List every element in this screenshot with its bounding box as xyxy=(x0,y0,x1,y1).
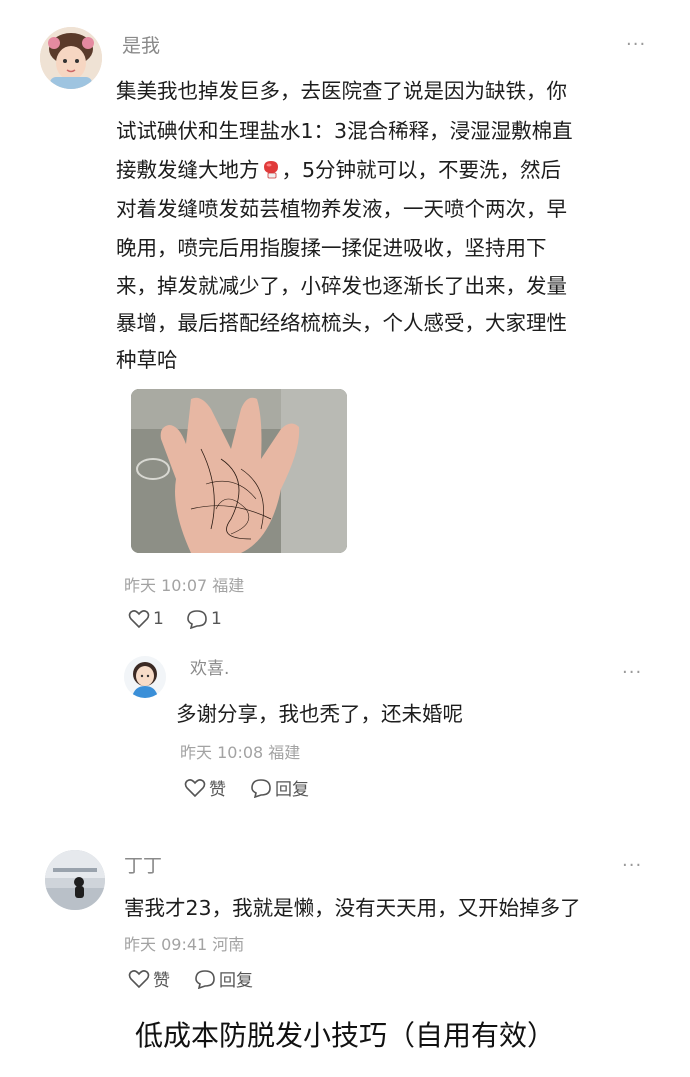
comment-line-part: ，5分钟就可以，不要洗，然后 xyxy=(281,158,562,182)
comment-line: 暴增，最后搭配经络梳梳头，个人感受，大家理性 xyxy=(116,311,567,335)
comment-text: 害我才23，我就是懒，没有天天用，又开始掉多了 xyxy=(124,896,581,920)
reply-label: 回复 xyxy=(219,971,253,991)
comment-bubble-icon xyxy=(195,969,215,989)
reply-button[interactable]: 1 xyxy=(186,609,222,629)
like-count: 1 xyxy=(153,609,164,629)
hand-with-hair-photo xyxy=(131,389,347,553)
comment-line: 试试碘伏和生理盐水1：3混合稀释，浸湿湿敷棉直 xyxy=(116,119,573,143)
comment-meta: 昨天 10:07 福建 xyxy=(124,572,244,596)
timestamp: 昨天 10:08 xyxy=(180,743,264,762)
username[interactable]: 是我 xyxy=(122,31,160,58)
comment-bubble-icon xyxy=(251,778,271,798)
comment-meta: 昨天 09:41 河南 xyxy=(124,931,244,955)
comment-meta: 昨天 10:08 福建 xyxy=(180,739,300,763)
more-options-icon[interactable]: ··· xyxy=(622,857,642,875)
like-button[interactable]: 1 xyxy=(128,609,164,629)
heart-icon xyxy=(128,610,150,629)
location: 福建 xyxy=(212,576,245,595)
username[interactable]: 丁丁 xyxy=(124,851,162,878)
comment-line-part: 接敷发缝大地方 xyxy=(116,158,260,182)
user-avatar-image xyxy=(40,27,102,89)
comment-line: 对着发缝喷发茹芸植物养发液，一天喷个两次，早 xyxy=(116,197,567,221)
boxing-glove-icon xyxy=(260,158,282,185)
reply-label: 回复 xyxy=(275,780,309,800)
user-avatar-image xyxy=(45,850,105,910)
comment-thread: 是我 ··· 集美我也掉发巨多，去医院查了说是因为缺铁，你 试试碘伏和生理盐水1… xyxy=(0,0,690,1077)
username[interactable]: 欢喜. xyxy=(190,654,229,679)
comment-bubble-icon xyxy=(187,610,207,629)
comment-line: 来，掉发就减少了，小碎发也逐渐长了出来，发量 xyxy=(116,274,567,298)
more-options-icon[interactable]: ··· xyxy=(626,36,646,54)
reply-button[interactable]: 回复 xyxy=(250,775,309,800)
caption-title: 低成本防脱发小技巧（自用有效） xyxy=(134,1019,555,1052)
location: 河南 xyxy=(212,935,245,954)
timestamp: 昨天 10:07 xyxy=(124,576,208,595)
avatar[interactable] xyxy=(40,27,102,89)
reply-count: 1 xyxy=(211,609,222,629)
comment-line: 晚用，喷完后用指腹揉一揉促进吸收，坚持用下 xyxy=(116,236,547,260)
comment-text: 多谢分享，我也秃了，还未婚呢 xyxy=(176,702,463,726)
reply-button[interactable]: 回复 xyxy=(194,966,253,991)
more-options-icon[interactable]: ··· xyxy=(622,664,642,682)
heart-icon xyxy=(128,969,150,988)
like-label: 赞 xyxy=(153,971,170,991)
comment-line: 种草哈 xyxy=(116,348,178,372)
comment-photo[interactable] xyxy=(131,389,347,553)
heart-icon xyxy=(184,778,206,797)
comment-line: 接敷发缝大地方 ，5分钟就可以，不要洗，然后 xyxy=(116,153,561,185)
timestamp: 昨天 09:41 xyxy=(124,935,208,954)
comment-line: 集美我也掉发巨多，去医院查了说是因为缺铁，你 xyxy=(116,79,567,103)
avatar[interactable] xyxy=(124,656,166,698)
like-label: 赞 xyxy=(209,780,226,800)
avatar[interactable] xyxy=(45,850,105,910)
user-avatar-image xyxy=(124,656,166,698)
location: 福建 xyxy=(268,743,301,762)
like-button[interactable]: 赞 xyxy=(128,966,170,991)
like-button[interactable]: 赞 xyxy=(184,775,226,800)
